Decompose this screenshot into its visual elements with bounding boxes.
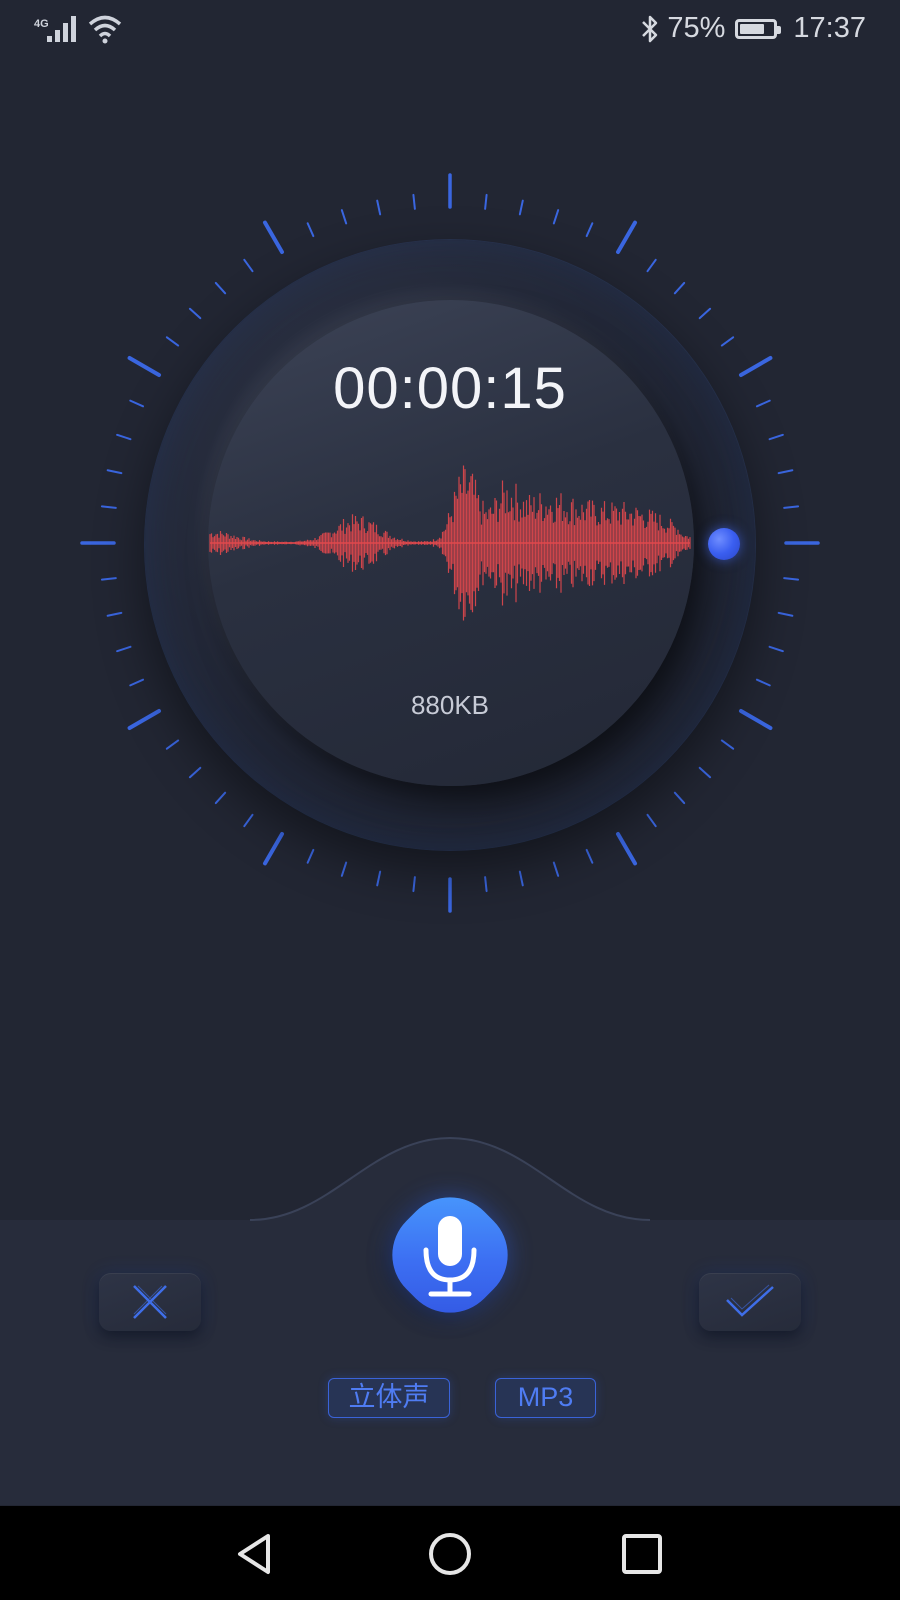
back-triangle-icon[interactable] bbox=[232, 1530, 280, 1578]
home-circle-icon[interactable] bbox=[426, 1530, 474, 1578]
close-icon bbox=[133, 1285, 167, 1319]
format-toggle[interactable]: MP3 bbox=[495, 1378, 596, 1418]
system-nav-bar bbox=[0, 1506, 900, 1600]
confirm-button[interactable] bbox=[699, 1273, 801, 1331]
check-icon bbox=[726, 1284, 774, 1317]
cancel-button[interactable] bbox=[99, 1273, 201, 1331]
recents-square-icon[interactable] bbox=[618, 1530, 666, 1578]
file-size: 880KB bbox=[410, 690, 490, 720]
waveform bbox=[209, 465, 691, 621]
channel-mode-toggle[interactable]: 立体声 bbox=[328, 1378, 450, 1418]
progress-knob[interactable] bbox=[708, 528, 740, 560]
record-button[interactable] bbox=[372, 1177, 528, 1333]
microphone-icon bbox=[423, 1216, 477, 1297]
recorder-dial: 00:00:15 880KB bbox=[0, 0, 900, 1000]
elapsed-time: 00:00:15 bbox=[333, 356, 567, 421]
